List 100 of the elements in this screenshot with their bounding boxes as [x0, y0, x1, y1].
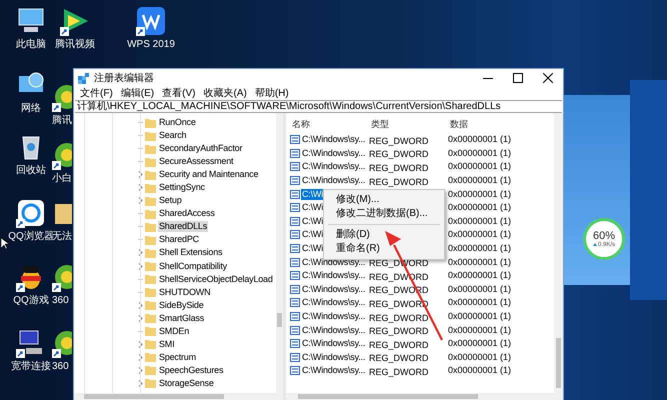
value-data: 0x00000001 (1)	[448, 365, 512, 376]
tree-key[interactable]: Shell Extensions	[158, 247, 224, 258]
tree-key[interactable]: SideBySide	[158, 300, 205, 311]
desktop-icon-label[interactable]: 网络	[21, 103, 41, 115]
value-name[interactable]: C:\Windows\sy...	[301, 175, 366, 186]
shortcut-arrow-icon	[60, 27, 69, 36]
column-header[interactable]: 类型	[370, 118, 449, 130]
value-name[interactable]: C:\Wi	[301, 216, 324, 227]
desktop-icon-label[interactable]: 此电脑	[16, 39, 46, 51]
desktop-icon-label[interactable]: 无法	[52, 231, 72, 243]
value-data: 0x00000001 (1)	[448, 243, 512, 254]
tree-key[interactable]: SharedDLLs	[158, 221, 208, 232]
tree-key[interactable]: ShellCompatibility	[158, 260, 228, 272]
desktop-icon-label[interactable]: WPS 2019	[127, 39, 175, 51]
vertical-scrollbar[interactable]	[554, 113, 563, 393]
value-data: 0x00000001 (1)	[448, 161, 512, 172]
menu-item[interactable]: 文件(F)	[76, 88, 117, 100]
folder-icon	[145, 130, 156, 141]
folder-icon	[145, 313, 156, 324]
binary-value-icon	[290, 271, 300, 280]
tree-key[interactable]: Search	[158, 130, 188, 142]
value-data: 0x00000001 (1)	[448, 216, 512, 227]
value-name[interactable]: C:\Wi	[301, 229, 324, 240]
context-menu-item[interactable]: 重命名(R)	[336, 242, 380, 256]
tree-key[interactable]: RunOnce	[158, 117, 197, 128]
desktop-icon-label[interactable]: QQ游戏	[13, 295, 49, 307]
binary-value-icon	[290, 244, 300, 254]
column-header[interactable]: 数据	[449, 118, 539, 130]
tree-key[interactable]: SettingSync	[158, 182, 206, 194]
tree-key[interactable]: SHUTDOWN	[158, 286, 212, 298]
desktop-icon-label[interactable]: 回收站	[16, 165, 46, 177]
tree-key[interactable]: Setup	[158, 195, 183, 206]
binary-value-icon	[290, 352, 300, 362]
binary-value-icon	[290, 366, 300, 376]
tree-key[interactable]: SharedPC	[158, 234, 200, 246]
folder-icon	[145, 339, 156, 350]
tree-key[interactable]: SpeechGestures	[158, 364, 224, 376]
value-name[interactable]: C:\Windows\sy...	[301, 324, 366, 336]
desktop-icon-label[interactable]: 360	[52, 295, 69, 307]
tree-key[interactable]: Security and Maintenance	[158, 169, 260, 180]
value-name[interactable]: C:\Windows\sy...	[301, 270, 366, 282]
desktop-icon-label[interactable]: 腾讯视频	[55, 39, 95, 51]
horizontal-scrollbar[interactable]	[286, 393, 563, 400]
desktop-icon-label[interactable]: 宽带连接	[11, 361, 51, 373]
tree-key[interactable]: SmartGlass	[158, 312, 206, 324]
value-name[interactable]: C:\Wi	[301, 188, 324, 200]
binary-value-icon	[290, 339, 300, 348]
folder-icon	[145, 222, 156, 232]
shortcut-arrow-icon	[16, 219, 25, 228]
value-name[interactable]: C:\Windows\sy...	[301, 352, 366, 363]
value-type: REG_DWORD	[369, 366, 429, 377]
address-bar[interactable]: 计算机\HKEY_LOCAL_MACHINE\SOFTWARE\Microsoft\Windows\CurrentVersion\SharedDLLs	[75, 100, 562, 113]
tree-key[interactable]: SecondaryAuthFactor	[158, 143, 244, 154]
tree-key[interactable]: Spectrum	[158, 352, 197, 363]
desktop-icon-label[interactable]: QQ浏览器	[8, 231, 54, 243]
menu-item[interactable]: 查看(V)	[158, 88, 200, 100]
value-name[interactable]: C:\Wi	[301, 202, 324, 214]
value-name[interactable]: C:\Wi	[301, 243, 324, 254]
value-type: REG_DWORD	[369, 340, 429, 350]
desktop-icon-label[interactable]: 小白	[52, 173, 72, 185]
value-data: 0x00000001 (1)	[448, 284, 512, 295]
value-data: 0x00000001 (1)	[448, 202, 512, 214]
context-menu-item[interactable]: 修改二进制数据(B)...	[336, 207, 428, 221]
value-type: REG_DWORD	[369, 312, 429, 323]
value-name[interactable]: C:\Windows\sy...	[301, 297, 366, 308]
tree-key[interactable]: ShellServiceObjectDelayLoad	[158, 274, 274, 285]
context-menu-item[interactable]: 删除(D)	[336, 228, 370, 242]
value-name[interactable]: C:\Windows\sy...	[301, 148, 366, 159]
value-name[interactable]: C:\Windows\sy...	[301, 256, 366, 268]
value-name[interactable]: C:\Windows\sy...	[301, 365, 366, 376]
tree-key[interactable]: SMI	[158, 338, 176, 350]
column-header[interactable]: 名称	[291, 118, 370, 130]
value-data: 0x00000001 (1)	[448, 188, 512, 200]
desktop-icon-label[interactable]: 腾讯	[52, 115, 72, 127]
horizontal-scrollbar[interactable]	[74, 393, 283, 400]
value-name[interactable]: C:\Windows\sy...	[301, 161, 366, 172]
menu-item[interactable]: 编辑(E)	[116, 88, 158, 100]
folder-icon	[145, 378, 156, 388]
menu-item[interactable]: 收藏夹(A)	[199, 88, 251, 100]
value-data: 0x00000001 (1)	[448, 270, 512, 282]
value-name[interactable]: C:\Windows\sy...	[301, 134, 366, 146]
context-menu-item[interactable]: 修改(M)...	[336, 193, 380, 207]
value-name[interactable]: C:\Windows\sy...	[301, 311, 366, 322]
value-data: 0x00000001 (1)	[448, 256, 512, 268]
value-name[interactable]: C:\Windows\sy...	[301, 338, 366, 350]
folder-icon	[145, 261, 156, 272]
folder-icon	[145, 287, 156, 298]
value-name[interactable]: C:\Windows\sy...	[301, 284, 366, 295]
tree-key[interactable]: SMDEn	[158, 326, 190, 337]
vertical-scrollbar[interactable]	[276, 113, 283, 393]
tree-key[interactable]: SharedAccess	[158, 208, 216, 220]
value-type: REG_DWORD	[369, 176, 429, 187]
menu-item[interactable]: 帮助(H)	[250, 88, 293, 100]
folder-icon	[145, 300, 156, 310]
binary-value-icon	[290, 326, 300, 335]
tree-key[interactable]: StorageSense	[158, 378, 215, 389]
tree-key[interactable]: SecureAssessment	[158, 156, 234, 168]
desktop-icon-label[interactable]: 360	[52, 361, 69, 373]
shortcut-arrow-icon	[136, 27, 145, 36]
value-data: 0x00000001 (1)	[448, 324, 512, 336]
